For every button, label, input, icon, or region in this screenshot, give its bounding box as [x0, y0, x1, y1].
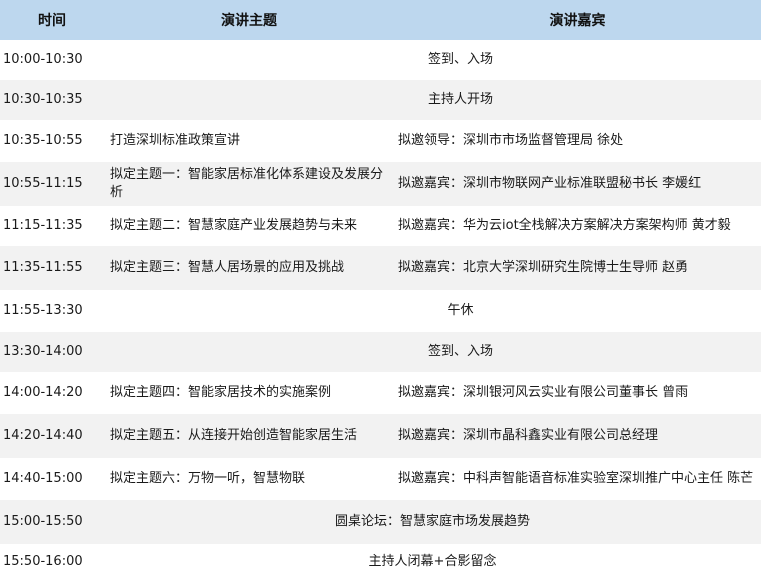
topic-cell: 拟定主题四：智能家居技术的实施案例 [104, 372, 394, 414]
time-cell: 10:00-10:30 [0, 40, 104, 80]
agenda-table-header: 时间 演讲主题 演讲嘉宾 [0, 0, 761, 40]
merged-activity-cell: 午休 [104, 290, 761, 332]
time-cell: 10:35-10:55 [0, 120, 104, 162]
time-cell: 15:50-16:00 [0, 544, 104, 579]
column-header-topic: 演讲主题 [104, 0, 394, 40]
time-cell: 11:55-13:30 [0, 290, 104, 332]
time-cell: 13:30-14:00 [0, 332, 104, 372]
agenda-table: 时间 演讲主题 演讲嘉宾 10:00-10:30 签到、入场 10:30-10:35… [0, 0, 761, 579]
speaker-cell: 拟邀嘉宾：中科声智能语音标准实验室深圳推广中心主任 陈芒 [394, 458, 761, 500]
column-header-time: 时间 [0, 0, 104, 40]
topic-cell: 打造深圳标准政策宣讲 [104, 120, 394, 162]
table-row: 11:35-11:55 拟定主题三：智慧人居场景的应用及挑战 拟邀嘉宾：北京大学深圳… [0, 246, 761, 290]
table-row: 15:50-16:00 主持人闭幕+合影留念 [0, 544, 761, 579]
table-row: 10:55-11:15 拟定主题一：智能家居标准化体系建设及发展分析 拟邀嘉宾：深圳… [0, 162, 761, 206]
topic-cell: 拟定主题三：智慧人居场景的应用及挑战 [104, 246, 394, 290]
table-row: 13:30-14:00 签到、入场 [0, 332, 761, 372]
table-row: 10:35-10:55 打造深圳标准政策宣讲 拟邀领导：深圳市市场监督管理局 徐处 [0, 120, 761, 162]
topic-cell: 拟定主题一：智能家居标准化体系建设及发展分析 [104, 162, 394, 206]
merged-activity-cell: 圆桌论坛：智慧家庭市场发展趋势 [104, 500, 761, 544]
merged-activity-cell: 主持人闭幕+合影留念 [104, 544, 761, 579]
time-cell: 11:35-11:55 [0, 246, 104, 290]
table-row: 14:00-14:20 拟定主题四：智能家居技术的实施案例 拟邀嘉宾：深圳银河风云实… [0, 372, 761, 414]
topic-cell: 拟定主题二：智慧家庭产业发展趋势与未来 [104, 206, 394, 246]
agenda-table-body: 10:00-10:30 签到、入场 10:30-10:35 主持人开场 10:35-10… [0, 40, 761, 579]
table-row: 10:30-10:35 主持人开场 [0, 80, 761, 120]
speaker-cell: 拟邀领导：深圳市市场监督管理局 徐处 [394, 120, 761, 162]
speaker-cell: 拟邀嘉宾：华为云iot全栈解决方案解决方案架构师 黄才毅 [394, 206, 761, 246]
table-row: 15:00-15:50 圆桌论坛：智慧家庭市场发展趋势 [0, 500, 761, 544]
time-cell: 10:55-11:15 [0, 162, 104, 206]
time-cell: 10:30-10:35 [0, 80, 104, 120]
time-cell: 14:00-14:20 [0, 372, 104, 414]
table-row: 11:15-11:35 拟定主题二：智慧家庭产业发展趋势与未来 拟邀嘉宾：华为云io… [0, 206, 761, 246]
topic-cell: 拟定主题五：从连接开始创造智能家居生活 [104, 414, 394, 458]
speaker-cell: 拟邀嘉宾：北京大学深圳研究生院博士生导师 赵勇 [394, 246, 761, 290]
column-header-speaker: 演讲嘉宾 [394, 0, 761, 40]
merged-activity-cell: 签到、入场 [104, 40, 761, 80]
table-row: 14:40-15:00 拟定主题六：万物一听，智慧物联 拟邀嘉宾：中科声智能语音标准… [0, 458, 761, 500]
merged-activity-cell: 主持人开场 [104, 80, 761, 120]
header-row: 时间 演讲主题 演讲嘉宾 [0, 0, 761, 40]
speaker-cell: 拟邀嘉宾：深圳市物联网产业标准联盟秘书长 李媛红 [394, 162, 761, 206]
time-cell: 14:20-14:40 [0, 414, 104, 458]
topic-cell: 拟定主题六：万物一听，智慧物联 [104, 458, 394, 500]
speaker-cell: 拟邀嘉宾：深圳银河风云实业有限公司董事长 曾雨 [394, 372, 761, 414]
merged-activity-cell: 签到、入场 [104, 332, 761, 372]
table-row: 14:20-14:40 拟定主题五：从连接开始创造智能家居生活 拟邀嘉宾：深圳市晶科… [0, 414, 761, 458]
time-cell: 14:40-15:00 [0, 458, 104, 500]
table-row: 11:55-13:30 午休 [0, 290, 761, 332]
time-cell: 11:15-11:35 [0, 206, 104, 246]
table-row: 10:00-10:30 签到、入场 [0, 40, 761, 80]
time-cell: 15:00-15:50 [0, 500, 104, 544]
speaker-cell: 拟邀嘉宾：深圳市晶科鑫实业有限公司总经理 [394, 414, 761, 458]
